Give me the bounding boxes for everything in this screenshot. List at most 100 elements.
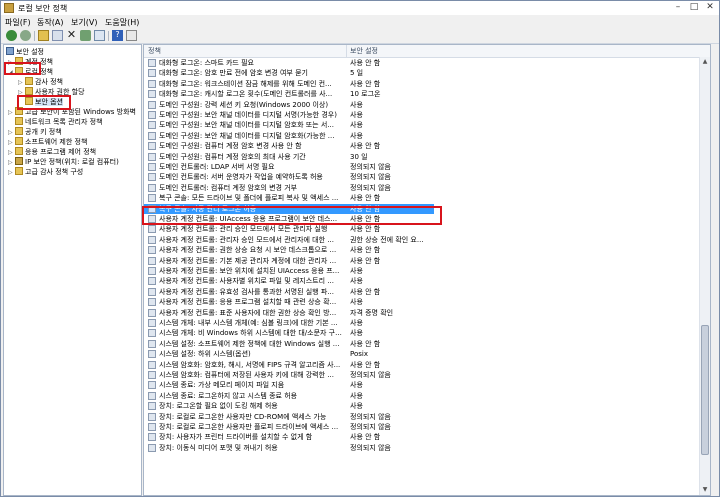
table-row[interactable]: 도메인 구성원: 강력 세션 키 요청(Windows 2000 이상) 사용 xyxy=(144,100,704,110)
tree-item-local-policies[interactable]: ◢ 로컬 정책 xyxy=(8,67,53,77)
table-row[interactable]: 사용자 계정 컨트롤: 권한 상승 요청 시 보안 데스크톱으로 ... 사용 안… xyxy=(144,245,704,255)
policy-icon xyxy=(148,59,156,67)
tree-item-app-control[interactable]: ▷ 응용 프로그램 제어 정책 xyxy=(8,147,96,157)
policy-name: 장치: 이동식 미디어 포맷 및 꺼내기 허용 xyxy=(159,443,278,452)
menu-file[interactable]: 파일(F) xyxy=(5,17,31,28)
policy-name: 시스템 설정: 하위 시스템(옵션) xyxy=(159,350,251,359)
refresh-icon[interactable] xyxy=(80,30,91,41)
table-row[interactable]: 대화형 로그온: 암호 만료 전에 암호 변경 여부 묻기 5 일 xyxy=(144,68,704,78)
policy-setting: 30 일 xyxy=(350,152,368,161)
table-row[interactable]: 장치: 로컬로 로그온한 사용자만 플로피 드라이브에 액세스 ... 정의되지 … xyxy=(144,422,704,432)
tree-item-user-rights[interactable]: ▷ 사용자 권한 할당 xyxy=(18,87,85,97)
policy-name: 사용자 계정 컨트롤: 응용 프로그램 설치할 때 관련 상승 확... xyxy=(159,298,337,307)
table-row[interactable]: 시스템 개체: 비 Windows 하위 시스템에 대한 대/소문자 구... 사… xyxy=(144,328,704,338)
policy-setting: 정의되지 않음 xyxy=(350,412,391,421)
table-row[interactable]: 장치: 사용자가 프린터 드라이버를 설치할 수 없게 함 사용 안 함 xyxy=(144,432,704,442)
table-row[interactable]: 도메인 컨트롤러: 컴퓨터 계정 암호의 변경 거부 정의되지 않음 xyxy=(144,183,704,193)
tree-item-network-list[interactable]: 네트워크 목록 관리자 정책 xyxy=(15,117,103,127)
table-row[interactable]: 도메인 구성원: 보안 채널 데이터를 디지털 서명(가능한 경우) 사용 xyxy=(144,110,704,120)
policy-setting: Posix xyxy=(350,350,368,359)
menu-view[interactable]: 보기(V) xyxy=(71,17,97,28)
tree-item-public-key[interactable]: ▷ 공개 키 정책 xyxy=(8,127,62,137)
folder-icon xyxy=(15,107,23,115)
close-button[interactable]: ✕ xyxy=(703,2,717,13)
maximize-button[interactable]: □ xyxy=(687,2,701,13)
table-row[interactable]: 도메인 컨트롤러: 서버 운영자가 작업을 예약하도록 허용 정의되지 않음 xyxy=(144,172,704,182)
window-title: 로컬 보안 정책 xyxy=(18,4,68,13)
policy-name: 사용자 계정 컨트롤: 표준 사용자에 대한 권한 상승 확인 방... xyxy=(159,308,337,317)
policy-setting: 사용 안 함 xyxy=(350,59,381,67)
table-row[interactable]: 복구 콘솔: 자동 관리 로그온 허용 사용 안 함 xyxy=(144,203,434,214)
tree-item-audit-policy[interactable]: ▷ 감사 정책 xyxy=(18,77,63,87)
policy-name: 대화형 로그온: 암호 만료 전에 암호 변경 여부 묻기 xyxy=(159,69,308,78)
table-row[interactable]: 사용자 계정 컨트롤: 보안 위치에 설치된 UIAccess 응용 프... 사… xyxy=(144,266,704,276)
column-header-policy[interactable]: 정책 xyxy=(148,46,161,56)
minimize-button[interactable]: – xyxy=(671,2,685,13)
table-row[interactable]: 사용자 계정 컨트롤: 유효성 검사를 통과한 서명된 실행 파... 사용 안 … xyxy=(144,287,704,297)
scroll-down-icon[interactable]: ▼ xyxy=(700,485,710,495)
menu-help[interactable]: 도움말(H) xyxy=(105,17,139,28)
tree-item-security-settings[interactable]: 보안 설정 xyxy=(6,47,44,57)
tree-item-firewall[interactable]: ▷ 고급 보안이 포함된 Windows 방화벽 xyxy=(8,107,136,117)
scroll-up-icon[interactable]: ▲ xyxy=(700,57,710,67)
table-row[interactable]: 사용자 계정 컨트롤: 표준 사용자에 대한 권한 상승 확인 방... 자격 증… xyxy=(144,308,704,318)
scroll-thumb[interactable] xyxy=(701,325,709,455)
list-header: 정책 보안 설정 xyxy=(144,45,710,58)
tree-item-advanced-audit[interactable]: ▷ 고급 감사 정책 구성 xyxy=(8,167,83,177)
column-header-setting[interactable]: 보안 설정 xyxy=(350,46,378,56)
policy-icon xyxy=(148,339,156,348)
tree-item-account-policies[interactable]: ▷ 계정 정책 xyxy=(8,57,53,67)
policy-setting: 사용 xyxy=(350,100,363,109)
table-row[interactable]: 장치: 이동식 미디어 포맷 및 꺼내기 허용 정의되지 않음 xyxy=(144,443,704,453)
table-row[interactable]: 대화형 로그온: 스마트 카드 필요 사용 안 함 xyxy=(144,58,704,68)
table-row[interactable]: 시스템 암호화: 컴퓨터에 저장된 사용자 키에 대해 강력한 ... 정의되지 … xyxy=(144,370,704,380)
delete-icon[interactable]: ✕ xyxy=(66,29,77,41)
table-row[interactable]: 시스템 설정: 소프트웨어 제한 정책에 대한 Windows 실행 ... 사용… xyxy=(144,339,704,349)
vertical-scrollbar[interactable]: ▲ ▼ xyxy=(699,57,710,495)
policy-setting: 정의되지 않음 xyxy=(350,163,391,171)
table-row[interactable]: 장치: 로컬로 로그온한 사용자만 CD-ROM에 액세스 가능 정의되지 않음 xyxy=(144,412,704,422)
table-row[interactable]: 복구 콘솔: 모든 드라이브 및 폴더에 플로피 복사 및 액세스 ... 사용 … xyxy=(144,193,704,203)
policy-name: 장치: 로컬로 로그온한 사용자만 플로피 드라이브에 액세스 ... xyxy=(159,423,339,431)
help-icon[interactable]: ? xyxy=(112,30,123,41)
table-row[interactable]: 사용자 계정 컨트롤: 관리 승인 모드에서 모든 관리자 실행 사용 안 함 xyxy=(144,224,704,234)
table-row[interactable]: 사용자 계정 컨트롤: 기본 제공 관리자 계정에 대한 관리자 ... 사용 안… xyxy=(144,256,704,266)
table-row[interactable]: 도메인 구성원: 보안 채널 데이터를 디지털 암호화(가능한 ... 사용 xyxy=(144,131,704,141)
folder-icon xyxy=(25,97,33,105)
up-folder-icon[interactable] xyxy=(38,30,49,41)
table-row[interactable]: 대화형 로그온: 워크스테이션 잠금 해제를 위해 도메인 컨... 사용 안 함 xyxy=(144,79,704,89)
table-row[interactable]: 도메인 구성원: 컴퓨터 계정 암호 변경 사용 안 함 사용 안 함 xyxy=(144,141,704,151)
table-row[interactable]: 사용자 계정 컨트롤: 응용 프로그램 설치할 때 관련 상승 확... 사용 xyxy=(144,297,704,307)
table-row[interactable]: 사용자 계정 컨트롤: 관리자 승인 모드에서 관리자에 대한 ... 권한 상승… xyxy=(144,235,704,245)
table-row[interactable]: 시스템 암호화: 암호화, 해시, 서명에 FIPS 규격 알고리즘 사... 사… xyxy=(144,360,704,370)
menu-action[interactable]: 동작(A) xyxy=(37,17,63,28)
table-row[interactable]: 도메인 구성원: 컴퓨터 계정 암호의 최대 사용 기간 30 일 xyxy=(144,152,704,162)
properties-icon[interactable] xyxy=(126,30,137,41)
policy-icon xyxy=(148,69,156,78)
table-row[interactable]: 대화형 로그온: 캐시할 로그온 횟수(도메인 컨트롤러를 사... 10 로그온 xyxy=(144,89,704,99)
table-row[interactable]: 시스템 개체: 내부 시스템 개체(예: 심볼 링크)에 대한 기본 ... 사용 xyxy=(144,318,704,328)
policy-icon xyxy=(148,329,156,338)
tree-item-software-restriction[interactable]: ▷ 소프트웨어 제한 정책 xyxy=(8,137,87,147)
table-row[interactable]: 도메인 컨트롤러: LDAP 서버 서명 필요 정의되지 않음 xyxy=(144,162,704,172)
table-row[interactable]: 시스템 종료: 가상 메모리 페이지 파일 지움 사용 xyxy=(144,380,704,390)
tree-item-ip-security[interactable]: ▷ IP 보안 정책(위치: 로컬 컴퓨터) xyxy=(8,157,119,167)
table-row[interactable]: 사용자 계정 컨트롤: UIAccess 응용 프로그램이 보안 데스... 사용… xyxy=(144,214,704,224)
forward-icon[interactable] xyxy=(20,30,31,41)
policy-icon xyxy=(148,121,156,130)
policy-name: 도메인 구성원: 보안 채널 데이터를 디지털 암호화 또는 서... xyxy=(159,121,334,130)
tree-item-security-options[interactable]: 보안 옵션 xyxy=(25,97,63,107)
policy-icon xyxy=(148,111,156,119)
table-row[interactable]: 도메인 구성원: 보안 채널 데이터를 디지털 암호화 또는 서... 사용 xyxy=(144,120,704,130)
policy-setting: 사용 xyxy=(350,298,363,307)
table-row[interactable]: 장치: 로그온할 필요 없이 도킹 해제 허용 사용 xyxy=(144,401,704,411)
table-row[interactable]: 사용자 계정 컨트롤: 사용자별 위치로 파일 및 레지스트리 ... 사용 xyxy=(144,276,704,286)
policy-setting: 정의되지 않음 xyxy=(350,371,391,379)
table-row[interactable]: 시스템 설정: 하위 시스템(옵션) Posix xyxy=(144,349,704,359)
table-row[interactable]: 시스템 종료: 로그온하지 않고 시스템 종료 허용 사용 xyxy=(144,391,704,401)
back-icon[interactable] xyxy=(6,30,17,41)
policy-icon xyxy=(148,131,156,140)
export-list-icon[interactable] xyxy=(94,30,105,41)
policy-icon xyxy=(148,423,156,431)
show-hide-tree-icon[interactable] xyxy=(52,30,63,41)
